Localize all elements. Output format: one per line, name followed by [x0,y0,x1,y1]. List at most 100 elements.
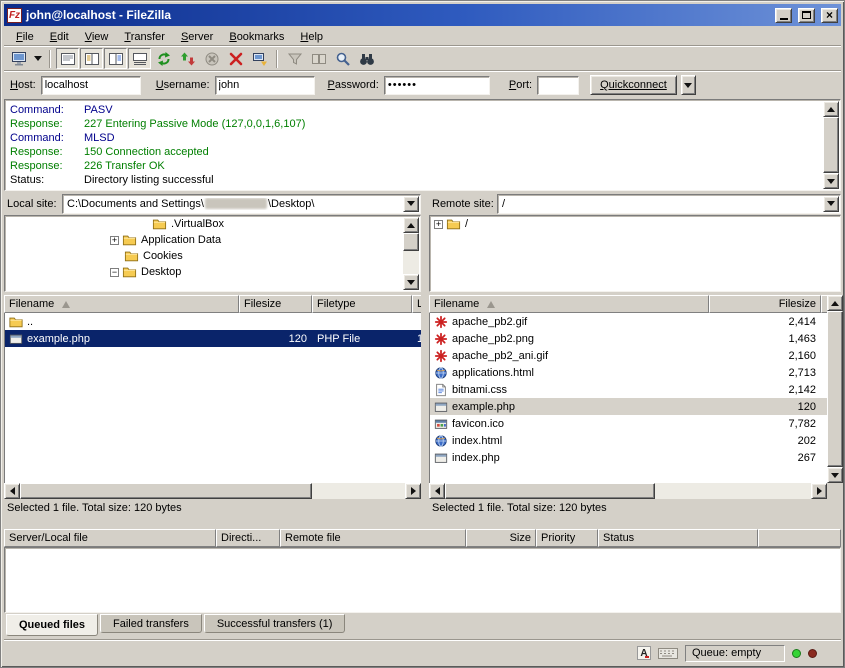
toggle-local-tree-button[interactable] [80,48,103,69]
port-input[interactable] [537,76,579,95]
column-header-size[interactable]: Size [466,529,536,547]
host-input[interactable] [41,76,141,95]
local-site-dropdown-button[interactable] [403,196,419,212]
file-row-selected[interactable]: example.php 120 PHP File 1 [5,330,421,347]
process-queue-button[interactable] [176,48,199,69]
tree-item[interactable]: −Desktop [5,264,420,280]
scroll-left-button[interactable] [4,483,20,499]
file-row[interactable]: favicon.ico7,782 [430,415,827,432]
transfer-queue-list[interactable] [4,547,841,613]
scroll-up-button[interactable] [823,101,839,117]
site-manager-button[interactable] [7,48,30,69]
refresh-button[interactable] [152,48,175,69]
file-row[interactable]: apache_pb2.png1,463 [430,330,827,347]
remote-site-label: Remote site: [429,198,497,210]
remote-list-scrollbar[interactable] [827,295,843,483]
file-row[interactable]: .. [5,313,421,330]
scroll-up-button[interactable] [827,295,843,311]
local-horizontal-scrollbar[interactable] [4,483,421,499]
remote-file-list[interactable]: apache_pb2.gif2,414 apache_pb2.png1,463 … [429,313,827,483]
scroll-down-button[interactable] [823,173,839,189]
close-button[interactable]: × [821,8,838,23]
tree-expander-icon[interactable]: + [110,236,119,245]
remote-site-dropdown-button[interactable] [823,196,839,212]
remote-site-combo[interactable]: / [497,194,841,214]
file-row[interactable]: applications.html2,713 [430,364,827,381]
menu-transfer[interactable]: Transfer [116,29,173,45]
tree-expander-icon[interactable]: − [110,268,119,277]
tab-failed-transfers[interactable]: Failed transfers [100,614,202,633]
scroll-down-button[interactable] [403,274,419,290]
disconnect-button[interactable] [224,48,247,69]
column-header-modified[interactable]: L [412,295,421,313]
toggle-message-log-button[interactable] [56,48,79,69]
synchronized-browsing-button[interactable] [331,48,354,69]
tree-item[interactable]: Cookies [5,248,420,264]
scroll-left-button[interactable] [429,483,445,499]
reconnect-button[interactable] [248,48,271,69]
local-file-list[interactable]: .. example.php 120 PHP File 1 [4,313,421,483]
minimize-button[interactable] [775,8,792,23]
arrow-up-icon [407,223,415,228]
scrollbar-thumb[interactable] [823,117,839,173]
column-header-direction[interactable]: Directi... [216,529,280,547]
scroll-up-button[interactable] [403,217,419,233]
scrollbar-thumb[interactable] [445,483,655,499]
scroll-down-button[interactable] [827,467,843,483]
menu-edit[interactable]: Edit [42,29,77,45]
column-header-filename[interactable]: Filename [429,295,709,313]
file-row[interactable]: index.html202 [430,432,827,449]
tree-scrollbar[interactable] [403,217,419,290]
file-row[interactable]: bitnami.css2,142 [430,381,827,398]
close-icon: × [826,9,833,21]
tree-item[interactable]: .VirtualBox [5,216,420,232]
file-row[interactable]: index.php267 [430,449,827,466]
file-row-selected[interactable]: example.php120 [430,398,827,415]
remote-horizontal-scrollbar[interactable] [429,483,827,499]
column-header-filename[interactable]: Filename [4,295,239,313]
log-scrollbar[interactable] [823,101,839,189]
find-files-button[interactable] [355,48,378,69]
file-row[interactable]: apache_pb2_ani.gif2,160 [430,347,827,364]
column-header-server-local-file[interactable]: Server/Local file [4,529,216,547]
toggle-remote-tree-button[interactable] [104,48,127,69]
scrollbar-thumb[interactable] [20,483,312,499]
maximize-button[interactable] [798,8,815,23]
column-header-status[interactable]: Status [598,529,758,547]
scrollbar-track[interactable] [445,483,811,499]
tree-expander-icon[interactable]: + [434,220,443,229]
menu-file[interactable]: File [8,29,42,45]
file-row[interactable]: apache_pb2.gif2,414 [430,313,827,330]
scrollbar-thumb[interactable] [403,233,419,251]
scrollbar-track[interactable] [20,483,405,499]
menu-bookmarks[interactable]: Bookmarks [221,29,292,45]
directory-comparison-button[interactable] [307,48,330,69]
scroll-right-button[interactable] [811,483,827,499]
tab-queued-files[interactable]: Queued files [6,614,98,636]
site-manager-dropdown-button[interactable] [31,48,44,69]
quickconnect-button[interactable]: Quickconnect [590,75,677,95]
folder-icon [152,217,167,231]
tree-item[interactable]: +/ [430,216,840,232]
quickconnect-dropdown-button[interactable] [681,75,696,95]
cancel-operation-button[interactable] [200,48,223,69]
menu-server[interactable]: Server [173,29,221,45]
menu-help[interactable]: Help [292,29,331,45]
menu-view[interactable]: View [77,29,117,45]
column-header-priority[interactable]: Priority [536,529,598,547]
password-input[interactable] [384,76,490,95]
scroll-right-button[interactable] [405,483,421,499]
directory-filter-button[interactable] [283,48,306,69]
scrollbar-thumb[interactable] [827,311,843,467]
titlebar[interactable]: Fz john@localhost - FileZilla × [4,4,841,26]
username-input[interactable] [215,76,315,95]
column-header-filesize[interactable]: Filesize [709,295,821,313]
tree-item[interactable]: +Application Data [5,232,420,248]
toggle-queue-button[interactable] [128,48,151,69]
column-header-filetype[interactable]: Filetype [312,295,412,313]
column-header-remote-file[interactable]: Remote file [280,529,466,547]
tree-label: .VirtualBox [171,218,224,230]
local-site-combo[interactable]: C:\Documents and Settings\\Desktop\ [62,194,421,214]
column-header-filesize[interactable]: Filesize [239,295,312,313]
tab-successful-transfers[interactable]: Successful transfers (1) [204,614,346,633]
